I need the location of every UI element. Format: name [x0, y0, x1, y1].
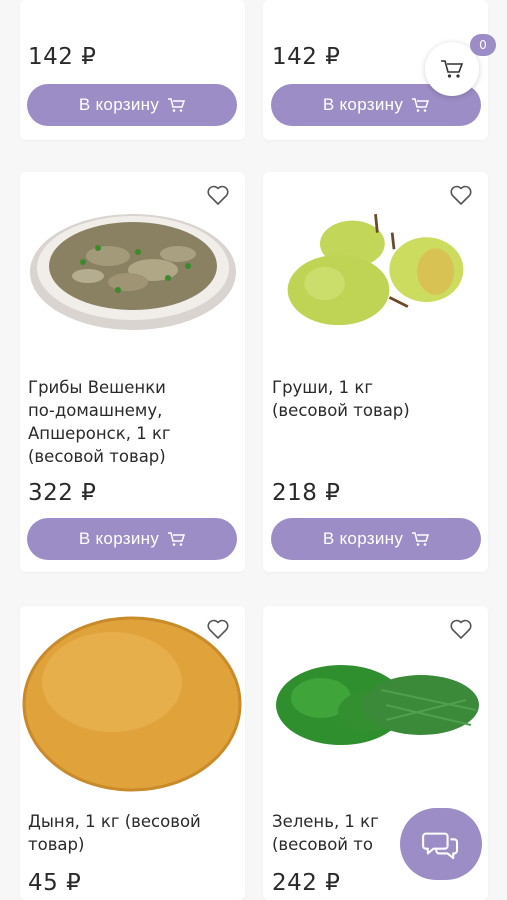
cart-icon: [412, 532, 430, 546]
add-to-cart-button[interactable]: В корзину: [271, 518, 481, 560]
cart-icon: [168, 98, 186, 112]
add-to-cart-label: В корзину: [78, 529, 160, 548]
product-price: 142 ₽: [272, 44, 341, 70]
product-price: 45 ₽: [28, 870, 82, 896]
chat-icon: [422, 832, 459, 860]
add-to-cart-label: В корзину: [322, 529, 404, 548]
add-to-cart-button[interactable]: В корзину: [27, 84, 237, 126]
product-card[interactable]: Груши, 1 кг (весовой товар) 218 ₽ В корз…: [263, 172, 488, 572]
add-to-cart-label: В корзину: [322, 95, 404, 114]
product-name[interactable]: Грибы Вешенки по-домашнему, Апшеронск, 1…: [28, 376, 243, 468]
product-price: 142 ₽: [28, 44, 97, 70]
product-price: 322 ₽: [28, 480, 97, 506]
cart-count-badge: 0: [470, 34, 496, 56]
heart-icon[interactable]: [449, 618, 473, 640]
product-card[interactable]: Грибы Вешенки по-домашнему, Апшеронск, 1…: [20, 172, 245, 572]
cart-icon: [441, 60, 464, 78]
product-price: 218 ₽: [272, 480, 341, 506]
product-image[interactable]: [271, 650, 481, 760]
product-image[interactable]: [22, 612, 242, 792]
product-image[interactable]: [283, 200, 468, 330]
add-to-cart-button[interactable]: В корзину: [27, 518, 237, 560]
product-card[interactable]: Дыня, 1 кг (весовой товар) 45 ₽: [20, 606, 245, 900]
product-image[interactable]: [28, 200, 238, 330]
product-card[interactable]: 142 ₽ В корзину: [20, 0, 245, 140]
chat-button[interactable]: [400, 808, 482, 880]
product-name[interactable]: Дыня, 1 кг (весовой товар): [28, 810, 248, 856]
product-price: 242 ₽: [272, 870, 341, 896]
cart-icon: [412, 98, 430, 112]
product-name[interactable]: Зелень, 1 кг (весовой то: [272, 810, 412, 856]
add-to-cart-label: В корзину: [78, 95, 160, 114]
product-name[interactable]: Груши, 1 кг (весовой товар): [272, 376, 487, 422]
cart-icon: [168, 532, 186, 546]
